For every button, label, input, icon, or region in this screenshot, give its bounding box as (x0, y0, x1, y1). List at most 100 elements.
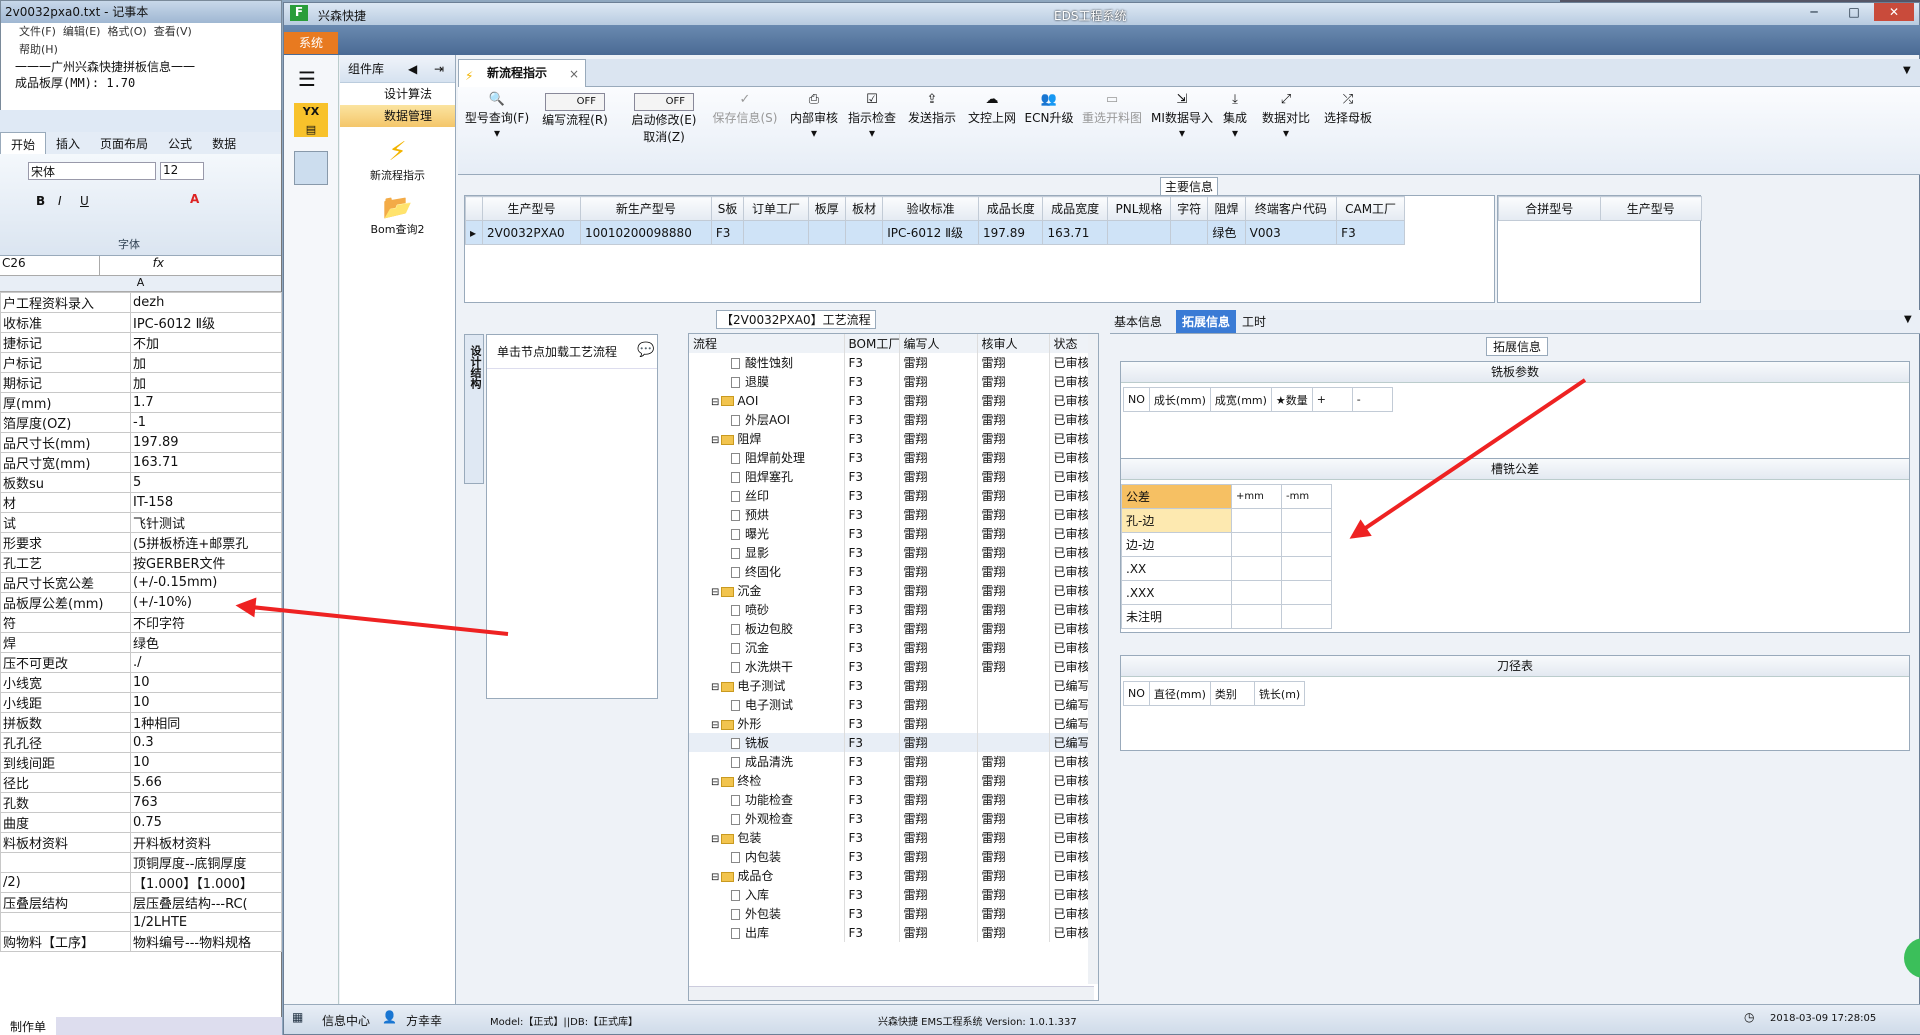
data-compare-button[interactable]: ⤢ 数据对比 ▾ (1258, 93, 1314, 141)
sheet-row[interactable]: 小线宽 10 (0, 672, 282, 693)
sheet-row[interactable]: 拼板数 1种相同 (0, 712, 282, 733)
flow-row[interactable]: 阻焊塞孔 F3 雷翔 雷翔 已审核 (689, 467, 1095, 486)
collapse-left-icon[interactable]: ◀ (408, 55, 417, 83)
cell-value[interactable]: 不印字符 (130, 612, 282, 633)
flow-node[interactable]: 外包装 (689, 904, 845, 923)
tolerance-plus[interactable] (1231, 580, 1282, 605)
hamburger-icon[interactable]: ☰ (298, 67, 316, 91)
calculator-icon[interactable] (294, 151, 328, 185)
main-info-grid[interactable]: 生产型号 新生产型号 S板 订单工厂 板厚 板材 验收标准 成品长度 成品宽度 PNL规格 字符 阻焊… (464, 195, 1495, 303)
cell-value[interactable]: IPC-6012 Ⅱ级 (130, 312, 282, 333)
cell-label[interactable]: 料板材资料 (0, 832, 131, 853)
grid-cell[interactable]: IPC-6012 Ⅱ级 (882, 220, 980, 245)
font-color-button[interactable]: A (190, 192, 199, 206)
grid-cell[interactable] (807, 220, 846, 245)
cell-label[interactable]: 小线宽 (0, 672, 131, 693)
collapse-icon[interactable]: ⊟ (711, 587, 719, 598)
tab-layout[interactable]: 页面布局 (90, 132, 158, 154)
sheet-grid[interactable]: 户工程资料录入 dezh 收标准 IPC-6012 Ⅱ级 捷标记 不加 户标记加期标记加厚(… (0, 292, 282, 952)
sheet-row[interactable]: 曲度 0.75 (0, 812, 282, 833)
flow-node[interactable]: ⊟ 包装 (689, 828, 845, 847)
flow-node[interactable]: 电子测试 (689, 695, 845, 714)
tab-basic-info[interactable]: 基本信息 (1114, 313, 1162, 330)
grid-cell[interactable] (743, 220, 809, 245)
maximize-icon[interactable]: □ (1834, 3, 1874, 21)
cell-value[interactable]: 10 (130, 752, 282, 773)
cell-value[interactable]: 物料编号---物料规格 (130, 931, 282, 952)
flow-node[interactable]: 外观检查 (689, 809, 845, 828)
cell-value[interactable]: 5 (130, 472, 282, 493)
sheet-row[interactable]: 形要求 (5拼板桥连+邮票孔 (0, 532, 282, 553)
cell-label[interactable] (0, 852, 131, 873)
mill-header[interactable]: 成宽(mm) (1209, 387, 1272, 412)
flow-node[interactable]: ⊟ 终检 (689, 771, 845, 790)
tab-home[interactable]: 开始 (0, 132, 47, 154)
sheet-row[interactable]: 户标记加 (0, 352, 282, 373)
flow-row[interactable]: ⊟ 电子测试 F3 雷翔 已编写 (689, 676, 1095, 695)
flow-row[interactable]: 内包装 F3 雷翔 雷翔 已审核 (689, 847, 1095, 866)
cell-label[interactable]: 品板厚公差(mm) (0, 592, 131, 613)
vertical-scrollbar[interactable] (1088, 334, 1098, 984)
flow-row[interactable]: 外观检查 F3 雷翔 雷翔 已审核 (689, 809, 1095, 828)
flow-row[interactable]: 阻焊前处理 F3 雷翔 雷翔 已审核 (689, 448, 1095, 467)
dropdown-icon[interactable]: ▼ (1903, 65, 1911, 76)
ecn-upgrade-button[interactable]: 👥 ECN升级 (1024, 93, 1074, 126)
cell-label[interactable]: 品尺寸长(mm) (0, 432, 131, 453)
flow-node[interactable]: ⊟ AOI (689, 391, 845, 410)
cell-label[interactable]: 拼板数 (0, 712, 131, 733)
sheet-row[interactable]: 径比 5.66 (0, 772, 282, 793)
flow-row[interactable]: ⊟ 终检 F3 雷翔 雷翔 已审核 (689, 771, 1095, 790)
collapse-icon[interactable]: ⊟ (711, 834, 719, 845)
name-box[interactable]: C26 (0, 256, 100, 275)
cell-label[interactable]: 小线距 (0, 692, 131, 713)
sheet-row[interactable]: 收标准 IPC-6012 Ⅱ级 (0, 312, 282, 333)
cell-label[interactable]: 压不可更改 (0, 652, 131, 673)
sheet-row[interactable]: 小线距 10 (0, 692, 282, 713)
bold-button[interactable]: B (36, 194, 45, 208)
close-icon[interactable]: ✕ (1874, 3, 1914, 21)
flow-row[interactable]: ⊟ 外形 F3 雷翔 已编写 (689, 714, 1095, 733)
system-button[interactable]: 系统 (284, 32, 338, 54)
cell-value[interactable]: 5.66 (130, 772, 282, 793)
cell-label[interactable]: 箔厚度(OZ) (0, 412, 131, 433)
sheet-row[interactable]: 压不可更改 ./ (0, 652, 282, 673)
auto-modify-toggle[interactable]: OFF 启动修改(E) 取消(Z) (626, 93, 702, 145)
cell-label[interactable]: 孔孔径 (0, 732, 131, 753)
sheet-row[interactable]: 试飞针测试 (0, 512, 282, 533)
cutter-header[interactable]: 类别 (1209, 681, 1255, 706)
notepad-menu[interactable]: 文件(F) 编辑(E) 格式(O) 查看(V) 帮助(H) (1, 23, 281, 59)
tolerance-minus[interactable] (1281, 604, 1332, 629)
bom-query-tool[interactable]: 📂 Bom查询2 (340, 183, 455, 237)
tolerance-plus[interactable] (1231, 532, 1282, 557)
cell-value[interactable]: 开料板材资料 (130, 832, 282, 853)
cell-label[interactable]: 户工程资料录入 (0, 292, 131, 313)
sheet-row[interactable]: 到线间距 10 (0, 752, 282, 773)
sheet-row[interactable]: 材 IT-158 (0, 492, 282, 513)
merge-model-grid[interactable]: 合拼型号 生产型号 (1497, 195, 1702, 303)
flow-node[interactable]: 预烘 (689, 505, 845, 524)
flow-node[interactable]: 板边包胶 (689, 619, 845, 638)
doc-online-button[interactable]: ☁ 文控上网 (966, 93, 1018, 126)
sheet-row[interactable]: 孔工艺 按GERBER文件 (0, 552, 282, 573)
collapse-icon[interactable]: ⊟ (711, 720, 719, 731)
cell-value[interactable]: 飞针测试 (130, 512, 282, 533)
flow-row[interactable]: 电子测试 F3 雷翔 已编写 (689, 695, 1095, 714)
flow-node[interactable]: 曝光 (689, 524, 845, 543)
flow-node[interactable]: 丝印 (689, 486, 845, 505)
mill-header[interactable]: ★数量 (1270, 387, 1313, 412)
mill-header[interactable]: NO (1123, 387, 1150, 412)
cell-label[interactable]: 到线间距 (0, 752, 131, 773)
flow-node[interactable]: 内包装 (689, 847, 845, 866)
cell-label[interactable]: 曲度 (0, 812, 131, 833)
float-badge[interactable] (1904, 938, 1920, 978)
flow-node[interactable]: 铣板 (689, 733, 845, 752)
toggle-off[interactable]: OFF (545, 93, 605, 111)
cell-value[interactable]: 层压叠层结构---RC( (130, 892, 282, 913)
eds-window[interactable]: F 兴森快捷 EDS工程系统 ─ □ ✕ 系统 ☰ YX ▤ 组件库 ◀ ⇥ 设计… (283, 2, 1920, 1035)
pin-icon[interactable]: ⇥ (434, 55, 444, 83)
flow-node[interactable]: 喷砂 (689, 600, 845, 619)
cell-label[interactable]: /2) (0, 872, 131, 893)
tab-extended-info[interactable]: 拓展信息 (1176, 310, 1237, 333)
cell-value[interactable]: (+/-0.15mm) (130, 572, 282, 593)
grid-cell[interactable]: F3 (710, 220, 745, 245)
